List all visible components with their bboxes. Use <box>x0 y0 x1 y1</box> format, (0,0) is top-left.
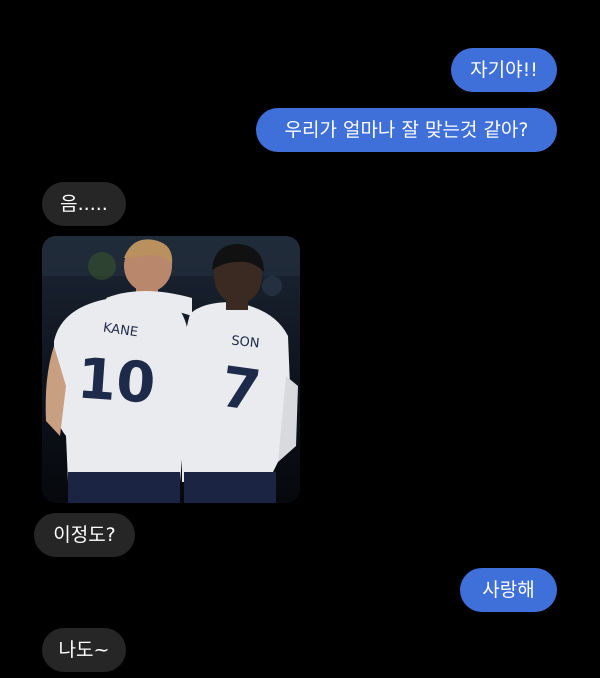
chat-thread: 자기야!! 우리가 얼마나 잘 맞는것 같아? 음..... KANE 10 S… <box>0 0 600 678</box>
message-bubble-incoming[interactable]: 나도~ <box>42 628 126 672</box>
message-bubble-outgoing[interactable]: 사랑해 <box>460 568 557 612</box>
message-bubble-incoming[interactable]: 음..... <box>42 182 126 226</box>
message-bubble-incoming[interactable]: 이정도? <box>34 513 135 557</box>
message-bubble-outgoing[interactable]: 자기야!! <box>451 48 557 92</box>
svg-text:10: 10 <box>75 346 157 416</box>
message-photo[interactable]: KANE 10 SON 7 <box>42 236 300 503</box>
players-photo-image: KANE 10 SON 7 <box>42 236 300 503</box>
svg-text:SON: SON <box>231 334 261 352</box>
message-bubble-outgoing[interactable]: 우리가 얼마나 잘 맞는것 같아? <box>256 108 557 152</box>
